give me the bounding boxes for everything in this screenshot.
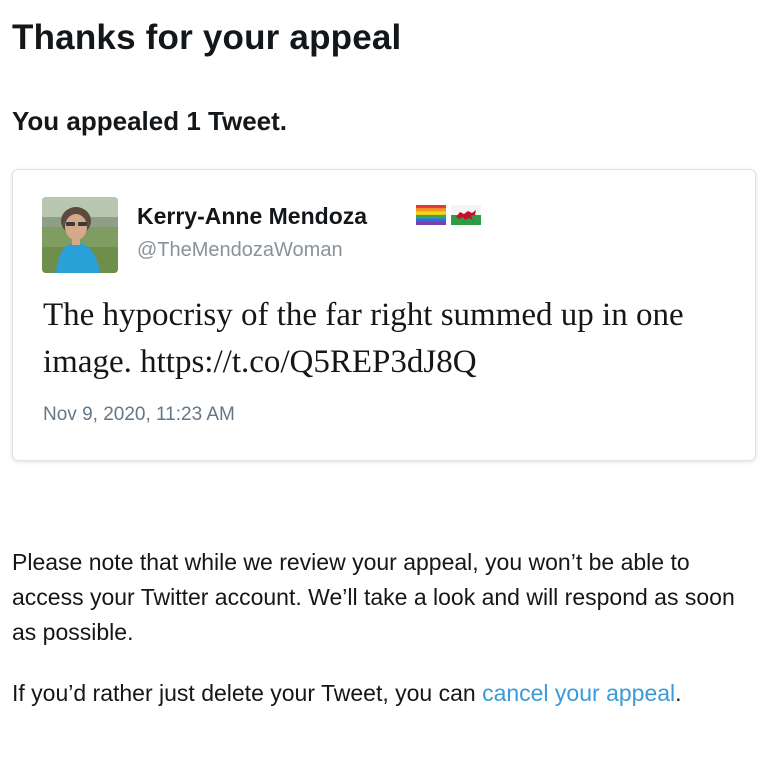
appealed-tweet-card: Kerry-Anne Mendoza @TheMendozaWoman The … bbox=[12, 169, 756, 461]
page-title: Thanks for your appeal bbox=[12, 18, 402, 57]
avatar-image bbox=[42, 197, 118, 273]
appeal-count-heading: You appealed 1 Tweet. bbox=[12, 106, 287, 136]
tweet-timestamp: Nov 9, 2020, 11:23 AM bbox=[43, 404, 235, 425]
author-handle[interactable]: @TheMendozaWoman bbox=[137, 239, 343, 262]
wales-flag-icon bbox=[451, 205, 481, 225]
cancel-appeal-link[interactable]: cancel your appeal bbox=[482, 680, 675, 706]
cancel-appeal-suffix: . bbox=[675, 680, 682, 706]
flag-emojis bbox=[416, 205, 481, 225]
tweet-text: The hypocrisy of the far right summed up… bbox=[43, 297, 684, 380]
cancel-appeal-prefix: If you’d rather just delete your Tweet, … bbox=[12, 680, 483, 706]
appeal-notice: Please note that while we review your ap… bbox=[12, 549, 735, 645]
avatar bbox=[42, 197, 118, 273]
author-name[interactable]: Kerry-Anne Mendoza bbox=[137, 203, 367, 230]
cancel-appeal-paragraph: If you’d rather just delete your Tweet, … bbox=[12, 676, 762, 711]
rainbow-flag-icon bbox=[416, 205, 446, 225]
